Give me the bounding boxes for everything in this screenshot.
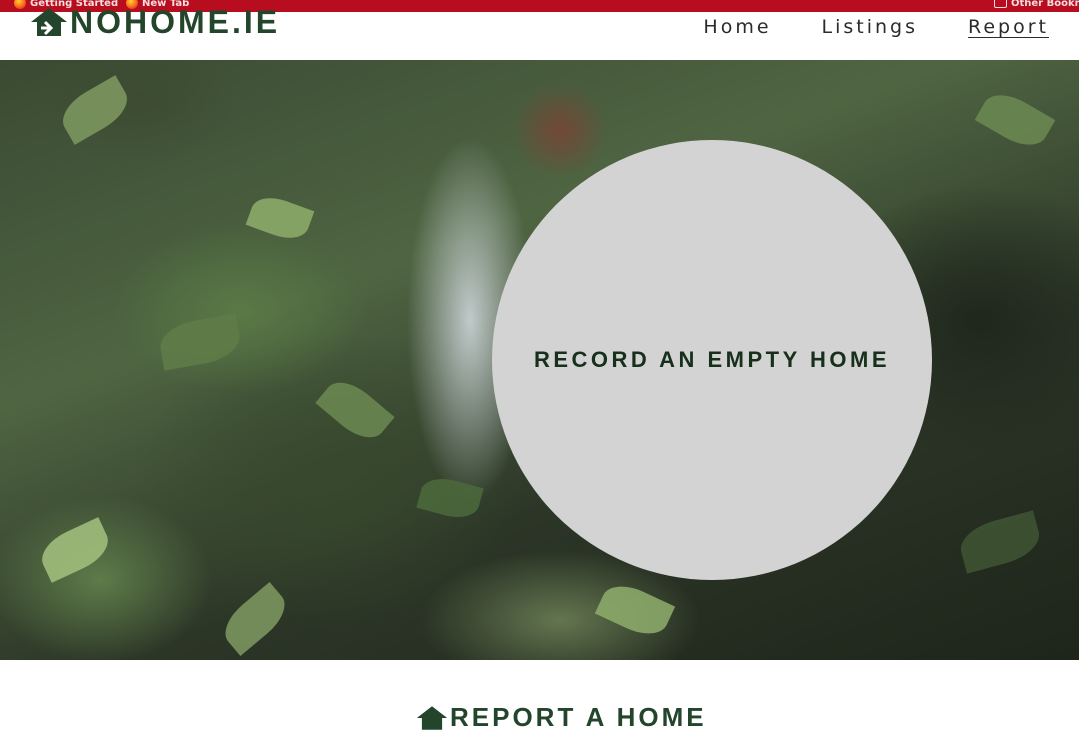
house-icon (31, 8, 67, 36)
site-header: NOHOME.IE Home Listings Report (0, 4, 1079, 60)
record-empty-home-label: RECORD AN EMPTY HOME (533, 347, 891, 372)
firefox-icon (14, 0, 26, 9)
leaf-decoration (34, 517, 116, 583)
main-nav: Home Listings Report (703, 12, 1049, 42)
leaf-decoration (594, 577, 676, 643)
nav-listings[interactable]: Listings (822, 16, 919, 38)
leaf-decoration (974, 85, 1056, 155)
bookmark-other-folder[interactable]: Other Bookm (994, 0, 1079, 10)
leaf-decoration (54, 75, 136, 145)
leaf-decoration (215, 581, 295, 657)
section-title-text: REPORT A HOME (450, 702, 707, 732)
leaf-decoration (955, 510, 1045, 574)
house-icon (416, 705, 448, 730)
record-empty-home-button[interactable]: RECORD AN EMPTY HOME (492, 140, 932, 580)
site-logo[interactable]: NOHOME.IE (30, 0, 280, 44)
leaf-decoration (245, 190, 315, 246)
leaf-decoration (156, 313, 244, 371)
nav-report[interactable]: Report (968, 16, 1049, 38)
logo-text: NOHOME.IE (70, 3, 281, 40)
folder-icon (994, 0, 1007, 8)
leaf-decoration (416, 472, 484, 524)
section-heading: REPORT A HOME (416, 702, 707, 733)
nav-home[interactable]: Home (703, 16, 771, 38)
bookmark-label: Other Bookm (1011, 0, 1079, 9)
hero-background-image: RECORD AN EMPTY HOME (0, 60, 1079, 660)
leaf-decoration (315, 372, 395, 448)
